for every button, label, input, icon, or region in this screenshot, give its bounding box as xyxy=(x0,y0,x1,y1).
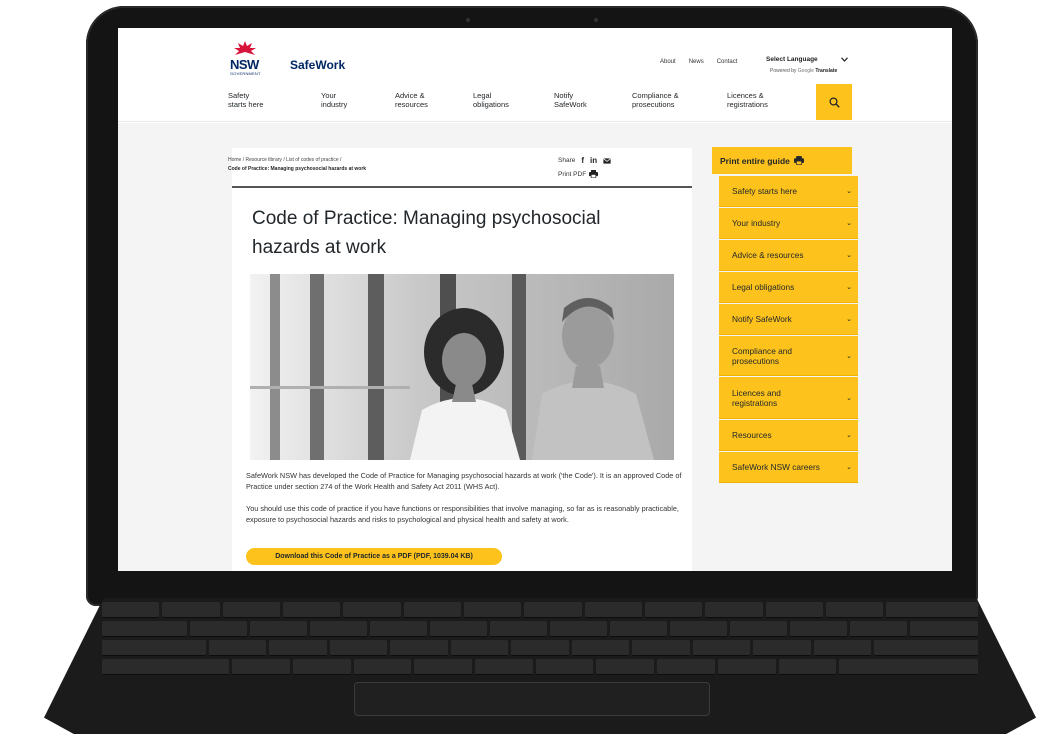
linkedin-icon[interactable]: in xyxy=(590,156,597,165)
logo-nsw-text: NSW xyxy=(230,57,259,72)
breadcrumb-current: Code of Practice: Managing psychosocial … xyxy=(228,166,367,172)
utility-links: About News Contact xyxy=(660,59,737,65)
nav-legal-obligations[interactable]: Legal obligations xyxy=(473,91,543,109)
print-entire-guide-button[interactable]: Print entire guide xyxy=(712,147,852,174)
header-divider xyxy=(232,186,692,188)
language-select[interactable]: Select Language xyxy=(764,54,850,65)
hero-image-two-colleagues-talking xyxy=(250,274,674,460)
side-nav-your-industry[interactable]: Your industry ⌄ xyxy=(719,208,858,239)
waratah-logo-icon xyxy=(234,41,256,55)
printer-icon xyxy=(589,170,599,178)
side-nav-licences-registrations[interactable]: Licences and registrations ⌄ xyxy=(719,377,858,419)
share-bar: Share f in xyxy=(558,156,611,165)
utility-link-news[interactable]: News xyxy=(689,59,704,65)
nav-notify-safework[interactable]: Notify SafeWork xyxy=(554,91,624,109)
side-nav-compliance-prosecutions[interactable]: Compliance and prosecutions ⌄ xyxy=(719,336,858,376)
side-nav-safework-nsw-careers[interactable]: SafeWork NSW careers ⌄ xyxy=(719,452,858,483)
side-nav-safety-starts-here[interactable]: Safety starts here ⌄ xyxy=(719,176,858,207)
chevron-down-icon: ⌄ xyxy=(846,352,852,360)
hero-photo xyxy=(250,274,674,460)
chevron-down-icon: ⌄ xyxy=(846,220,852,227)
breadcrumb-resource-library[interactable]: Resource library xyxy=(246,157,282,163)
chevron-down-icon: ⌄ xyxy=(846,284,852,291)
utility-link-contact[interactable]: Contact xyxy=(717,59,738,65)
laptop-keyboard-base xyxy=(44,598,1036,734)
main-navigation: Safety starts here Your industry Advice & r… xyxy=(228,88,854,120)
page-title: Code of Practice: Managing psychosocial … xyxy=(252,208,601,258)
nav-licences-registrations[interactable]: Licences & registrations xyxy=(727,91,797,109)
chevron-down-icon: ⌄ xyxy=(846,252,852,259)
side-nav-notify-safework[interactable]: Notify SafeWork ⌄ xyxy=(719,304,858,335)
nav-your-industry[interactable]: Your industry xyxy=(321,91,391,109)
guide-side-navigation: Safety starts here ⌄ Your industry ⌄ Advic… xyxy=(719,176,858,484)
print-pdf-link[interactable]: Print PDF xyxy=(558,170,599,178)
share-label: Share xyxy=(558,157,576,164)
chevron-down-icon: ⌄ xyxy=(846,394,852,402)
side-nav-advice-resources[interactable]: Advice & resources ⌄ xyxy=(719,240,858,271)
trackpad[interactable] xyxy=(354,682,710,716)
facebook-icon[interactable]: f xyxy=(581,156,584,165)
sensor-dot xyxy=(594,18,598,22)
side-nav-legal-obligations[interactable]: Legal obligations ⌄ xyxy=(719,272,858,303)
print-pdf-label: Print PDF xyxy=(558,170,587,178)
side-nav-resources[interactable]: Resources ⌄ xyxy=(719,420,858,451)
breadcrumb: Home / Resource library / List of codes … xyxy=(228,156,528,174)
chevron-down-icon: ⌄ xyxy=(846,464,852,471)
browser-screen: NSW GOVERNMENT SafeWork About News Conta… xyxy=(118,28,952,571)
breadcrumb-home[interactable]: Home xyxy=(228,157,241,163)
powered-by-google-translate: Powered by Google Translate xyxy=(770,68,838,74)
search-icon xyxy=(828,96,840,108)
keyboard xyxy=(102,602,978,678)
breadcrumb-codes-of-practice[interactable]: List of codes of practice xyxy=(286,157,339,163)
nav-safety-starts-here[interactable]: Safety starts here xyxy=(228,91,298,109)
search-button[interactable] xyxy=(816,84,852,120)
chevron-down-icon: ⌄ xyxy=(846,316,852,323)
intro-paragraph-1: SafeWork NSW has developed the Code of P… xyxy=(246,471,682,491)
language-select-value: Select Language xyxy=(766,56,818,63)
printer-icon xyxy=(793,156,804,165)
site-brand[interactable]: SafeWork xyxy=(290,58,345,72)
download-pdf-button[interactable]: Download this Code of Practice as a PDF … xyxy=(246,548,502,565)
nav-advice-resources[interactable]: Advice & resources xyxy=(395,91,465,109)
intro-paragraph-2: You should use this code of practice if … xyxy=(246,504,679,524)
nsw-government-logo[interactable]: NSW GOVERNMENT xyxy=(230,40,260,80)
nav-compliance-prosecutions[interactable]: Compliance & prosecutions xyxy=(632,91,702,109)
camera-dot xyxy=(466,18,470,22)
chevron-down-icon: ⌄ xyxy=(846,432,852,439)
utility-link-about[interactable]: About xyxy=(660,59,676,65)
email-icon[interactable] xyxy=(603,157,611,164)
logo-government-text: GOVERNMENT xyxy=(230,71,261,76)
chevron-down-icon xyxy=(841,57,848,62)
chevron-down-icon: ⌄ xyxy=(846,188,852,195)
print-entire-guide-label: Print entire guide xyxy=(720,155,790,166)
